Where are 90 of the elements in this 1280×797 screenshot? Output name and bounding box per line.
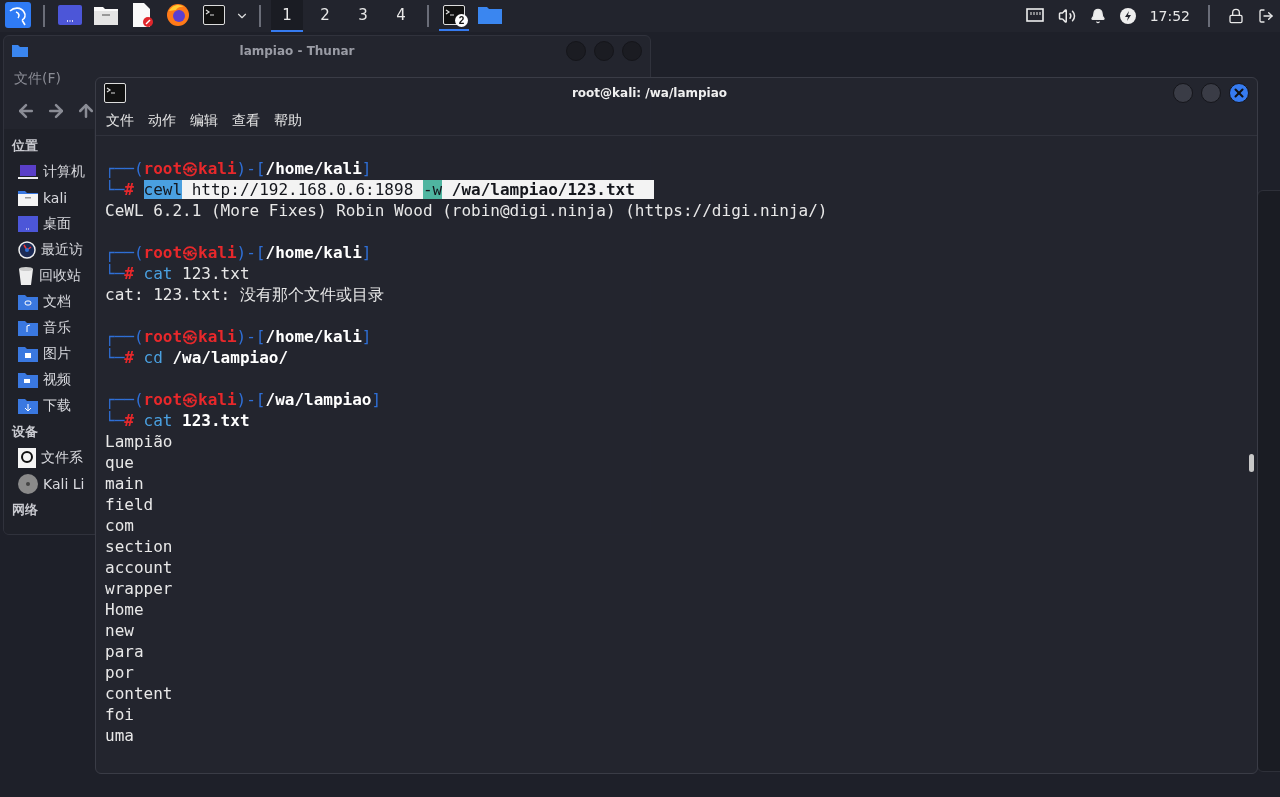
sidebar-item[interactable]: 图片	[12, 341, 71, 367]
workspace-button[interactable]: 3	[347, 0, 379, 32]
power-icon[interactable]	[1119, 8, 1136, 24]
lock-icon[interactable]	[1228, 8, 1244, 24]
output-line: field	[105, 494, 155, 515]
window-title: lampiao - Thunar	[238, 43, 356, 58]
count-badge: 2	[455, 14, 468, 27]
command-line: └─# cd /wa/lampiao/	[105, 347, 290, 368]
sidebar-heading: 设备	[12, 423, 39, 441]
scrollbar-thumb[interactable]	[1249, 454, 1254, 472]
output-line: wrapper	[105, 578, 174, 599]
prompt-line: ┌──(root㉿kali)-[/home/kali]	[105, 326, 373, 347]
output-line: Lampião	[105, 431, 174, 452]
output-line: com	[105, 515, 135, 536]
output-line: section	[105, 536, 174, 557]
document-icon	[131, 3, 153, 27]
folder-icon	[18, 398, 38, 414]
sidebar-item[interactable]: Kali Li	[12, 471, 85, 497]
output-line: cat: 123.txt: 没有那个文件或目录	[105, 284, 385, 305]
menu-item[interactable]: 查看	[232, 112, 260, 130]
workspace-button[interactable]: 4	[385, 0, 417, 32]
terminal-icon	[443, 5, 465, 25]
launcher-button[interactable]	[3, 1, 33, 31]
sidebar-item[interactable]: 文档	[12, 289, 71, 315]
back-icon[interactable]	[16, 101, 36, 121]
output-line: para	[105, 641, 145, 662]
drive-icon	[18, 448, 36, 468]
bell-icon[interactable]	[1089, 8, 1106, 24]
folder-icon	[18, 346, 38, 362]
output-line: foi	[105, 704, 135, 725]
sidebar-item[interactable]: 最近访	[12, 237, 83, 263]
network-icon[interactable]	[1025, 8, 1044, 24]
output-line: content	[105, 683, 174, 704]
laptop-icon	[18, 164, 38, 180]
up-icon[interactable]	[76, 101, 96, 121]
logout-icon[interactable]	[1258, 8, 1274, 24]
browser-icon	[166, 3, 190, 27]
folder-icon	[18, 372, 38, 388]
sidebar-item[interactable]: 下载	[12, 393, 71, 419]
sidebar-item[interactable]: 音乐	[12, 315, 71, 341]
output-line: CeWL 6.2.1 (More Fixes) Robin Wood (robin@digi.ninja) (https://digi.ninja/)	[105, 200, 829, 221]
window-title: root@kali: /wa/lampiao	[570, 85, 729, 100]
menu-item[interactable]: 编辑	[190, 112, 218, 130]
command-line: └─# cewl http://192.168.0.6:1898 -w /wa/lampiao/123.txt	[105, 179, 1248, 200]
output-line: uma	[105, 725, 135, 746]
folder-icon	[94, 5, 118, 25]
menu-item[interactable]: 文件	[106, 112, 134, 130]
sidebar-item[interactable]: kali	[12, 185, 68, 211]
folder-icon	[18, 320, 38, 336]
sidebar-item[interactable]: 桌面	[12, 211, 71, 237]
prompt-line: ┌──(root㉿kali)-[/home/kali]	[105, 158, 373, 179]
prompt-line: ┌──(root㉿kali)-[/wa/lampiao]	[105, 389, 383, 410]
trash-icon	[18, 267, 34, 285]
dragon-logo-icon	[5, 2, 31, 28]
disc-icon	[18, 474, 38, 494]
sidebar-item[interactable]: 计算机	[12, 159, 85, 185]
menu-item[interactable]: 文件(F)	[14, 70, 61, 88]
sidebar-item[interactable]: 视频	[12, 367, 71, 393]
close-icon	[1232, 85, 1246, 100]
sidebar-item[interactable]: 文件系	[12, 445, 83, 471]
folder-icon	[478, 6, 502, 24]
folder-icon	[18, 294, 38, 310]
volume-icon[interactable]	[1057, 7, 1076, 25]
output-line: por	[105, 662, 135, 683]
monitor-icon	[58, 5, 82, 25]
output-line: que	[105, 452, 135, 473]
sidebar-heading: 位置	[12, 137, 39, 155]
folder-icon	[18, 190, 38, 206]
output-line: main	[105, 473, 145, 494]
sidebar-heading: 网络	[12, 501, 39, 519]
command-line: └─# cat 123.txt	[105, 263, 251, 284]
close-button[interactable]	[1229, 82, 1249, 103]
output-line: account	[105, 557, 174, 578]
task-button[interactable]: 2	[439, 1, 469, 31]
folder-icon	[12, 44, 28, 57]
forward-icon[interactable]	[46, 101, 66, 121]
menu-item[interactable]: 动作	[148, 112, 176, 130]
terminal-icon	[203, 5, 225, 25]
monitor-icon	[18, 216, 38, 232]
workspace-button[interactable]: 2	[309, 0, 341, 32]
output-line: Home	[105, 599, 145, 620]
clock-text[interactable]: 17:52	[1149, 8, 1190, 24]
menu-item[interactable]: 帮助	[274, 112, 302, 130]
prompt-line: ┌──(root㉿kali)-[/home/kali]	[105, 242, 373, 263]
sidebar-item[interactable]: 回收站	[12, 263, 81, 289]
command-line: └─# cat 123.txt	[105, 410, 251, 431]
output-line: new	[105, 620, 135, 641]
workspace-button[interactable]: 1	[271, 0, 303, 32]
clock-icon	[18, 241, 36, 259]
terminal-icon	[104, 82, 126, 103]
